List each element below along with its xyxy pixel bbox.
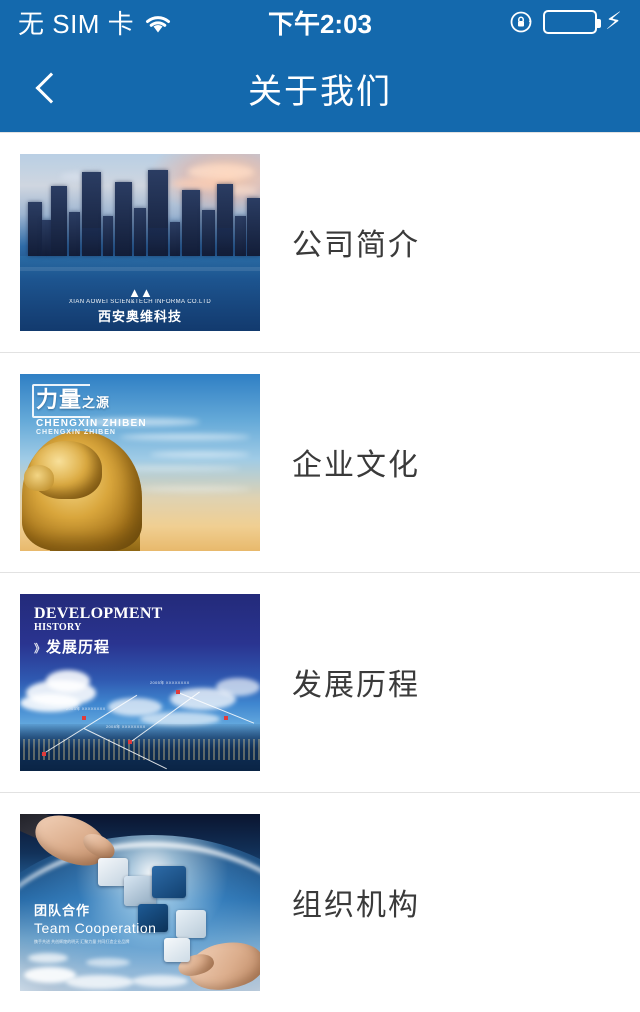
list-item-organization-structure[interactable]: 团队合作 Team Cooperation 携手共进 共创辉煌的明天 汇聚力量 … <box>0 792 640 1012</box>
history-en1: DEVELOPMENT <box>34 604 163 622</box>
culture-title: 力量 <box>36 386 83 412</box>
history-cn: 发展历程 <box>46 638 111 656</box>
list-item-label: 公司简介 <box>292 229 420 262</box>
history-note-3: 2008年 XXXXXXXX <box>106 723 146 729</box>
team-cn: 团队合作 <box>34 902 91 918</box>
back-button[interactable] <box>10 44 86 132</box>
list-item-label: 组织机构 <box>292 889 420 922</box>
charging-bolt-icon: ⚡ <box>605 8 622 35</box>
status-bar-right: ⚡ <box>509 9 622 35</box>
page-title: 关于我们 <box>248 72 392 111</box>
status-bar-left: 无 SIM 卡 <box>18 4 173 41</box>
organization-structure-thumbnail: 团队合作 Team Cooperation 携手共进 共创辉煌的明天 汇聚力量 … <box>20 813 260 991</box>
thumbnail-caption: 团队合作 Team Cooperation 携手共进 共创辉煌的明天 汇聚力量 … <box>34 900 156 945</box>
history-en2: HISTORY <box>34 621 82 633</box>
about-us-list: ▲▲ XIAN AOWEI SCIEN&TECH INFORMA CO.LTD … <box>0 132 640 1012</box>
culture-en2: CHENGXIN ZHIBEN <box>36 428 116 436</box>
rotation-lock-icon <box>509 9 535 35</box>
team-en: Team Cooperation <box>34 919 157 936</box>
history-cn-prefix: 》 <box>34 642 46 655</box>
list-item-corporate-culture[interactable]: 力量之源 CHENGXIN ZHIBEN CHENGXIN ZHIBEN 企业文… <box>0 352 640 572</box>
status-bar: 无 SIM 卡 下午2:03 ⚡ <box>0 0 640 44</box>
thumbnail-caption: 力量之源 CHENGXIN ZHIBEN CHENGXIN ZHIBEN <box>36 386 147 436</box>
battery-icon <box>543 10 602 34</box>
list-item-label: 发展历程 <box>292 669 420 702</box>
navigation-bar: 关于我们 <box>0 44 640 132</box>
app-screen: 无 SIM 卡 下午2:03 ⚡ 关于我们 ▲▲ XIAN AOWEI SCIE… <box>0 0 640 1012</box>
culture-en1: CHENGXIN ZHIBEN <box>36 417 147 429</box>
list-item-label: 企业文化 <box>292 449 420 482</box>
chevron-left-icon <box>35 72 67 104</box>
company-profile-thumbnail: ▲▲ XIAN AOWEI SCIEN&TECH INFORMA CO.LTD … <box>20 153 260 331</box>
thumbnail-caption: DEVELOPMENT HISTORY 》发展历程 <box>34 604 163 657</box>
wifi-icon <box>143 11 173 33</box>
brand-en: XIAN AOWEI SCIEN&TECH INFORMA CO.LTD <box>68 298 212 305</box>
team-sub: 携手共进 共创辉煌的明天 汇聚力量 共同打造企业品牌 <box>34 938 130 944</box>
development-history-thumbnail: 2003年 XXXXXXXX 2005年 XXXXXXXX 2008年 XXXX… <box>20 593 260 771</box>
logo-mark: ▲▲ <box>128 284 153 300</box>
culture-title-suffix: 之源 <box>82 394 111 410</box>
corporate-culture-thumbnail: 力量之源 CHENGXIN ZHIBEN CHENGXIN ZHIBEN <box>20 373 260 551</box>
carrier-label: 无 SIM 卡 <box>18 8 135 39</box>
brand-cn: 西安奥维科技 <box>97 308 182 324</box>
list-item-development-history[interactable]: 2003年 XXXXXXXX 2005年 XXXXXXXX 2008年 XXXX… <box>0 572 640 792</box>
list-item-company-profile[interactable]: ▲▲ XIAN AOWEI SCIEN&TECH INFORMA CO.LTD … <box>0 132 640 352</box>
history-note-1: 2005年 XXXXXXXX <box>150 679 190 685</box>
history-note-2: 2003年 XXXXXXXX <box>66 705 106 711</box>
thumbnail-brand: ▲▲ XIAN AOWEI SCIEN&TECH INFORMA CO.LTD … <box>20 284 260 325</box>
